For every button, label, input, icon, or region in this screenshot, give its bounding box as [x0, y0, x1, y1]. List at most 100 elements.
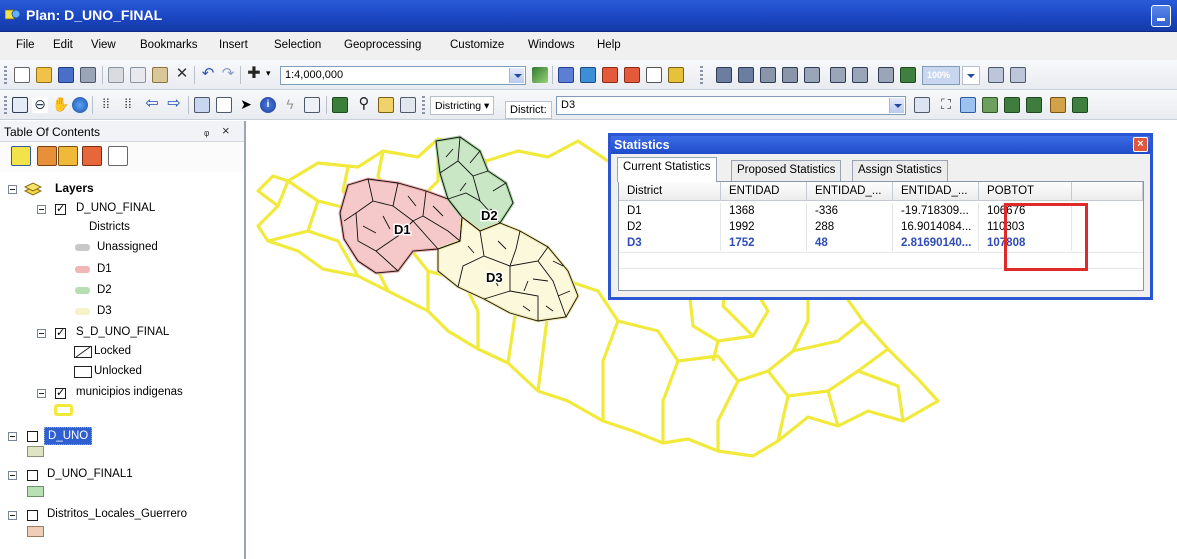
focus-data-frame-icon[interactable]	[1010, 67, 1026, 83]
close-icon[interactable]: ×	[1133, 137, 1148, 152]
column-header-entidad[interactable]: ENTIDAD	[721, 182, 807, 201]
layer-d-uno-selected[interactable]: D_UNO	[44, 427, 93, 445]
catalog-icon[interactable]	[580, 67, 596, 83]
plan-settings-icon[interactable]	[1072, 97, 1088, 113]
assign-features-icon[interactable]	[914, 97, 930, 113]
toolbar-grip[interactable]	[4, 66, 7, 84]
copy-icon[interactable]	[130, 67, 146, 83]
layer-d-uno-final1[interactable]: D_UNO_FINAL1	[47, 468, 133, 480]
table-cell[interactable]: -19.718309...	[893, 203, 979, 219]
pan-hand-icon[interactable]: ✋	[52, 97, 69, 113]
fixed-zoom-out-icon[interactable]: ⁞⁞	[120, 97, 136, 113]
hyperlink-icon[interactable]: ϟ	[282, 97, 298, 113]
table-cell[interactable]: 1368	[721, 203, 807, 219]
tab-current-statistics[interactable]: Current Statistics	[617, 157, 717, 182]
select-arrow-icon[interactable]: ➤	[238, 97, 254, 113]
toggle-draft-icon[interactable]	[988, 67, 1004, 83]
table-icon[interactable]	[558, 67, 574, 83]
menu-help[interactable]: Help	[597, 39, 621, 51]
table-cell-selected[interactable]: 1752	[721, 235, 807, 251]
measure-icon[interactable]	[332, 97, 348, 113]
menu-edit[interactable]: Edit	[53, 39, 73, 51]
district-combobox[interactable]: D3	[556, 96, 906, 115]
column-header-district[interactable]: District	[619, 182, 721, 201]
table-cell[interactable]: 1992	[721, 219, 807, 235]
zoom-to-district-icon[interactable]	[982, 97, 998, 113]
layer-expander[interactable]	[37, 329, 46, 338]
minimize-button[interactable]	[1151, 5, 1171, 27]
fixed-zoom-in-icon[interactable]: ⁞⁞	[98, 97, 114, 113]
options-icon[interactable]	[108, 146, 128, 166]
toolbox-icon[interactable]	[624, 67, 640, 83]
paste-icon[interactable]	[152, 67, 168, 83]
layer-visibility-checkbox[interactable]	[55, 326, 66, 339]
menu-selection[interactable]: Selection	[274, 39, 321, 51]
back-arrow-icon[interactable]: ⇦	[144, 96, 160, 113]
layer-expander[interactable]	[8, 471, 17, 480]
identify-info-icon[interactable]: i	[260, 97, 276, 113]
layout-view-icon[interactable]	[878, 67, 894, 83]
menu-insert[interactable]: Insert	[219, 39, 248, 51]
districting-menu-button[interactable]: Districting ▾	[430, 96, 495, 115]
layer-d-uno-final[interactable]: D_UNO_FINAL	[76, 202, 155, 214]
back-extent-icon[interactable]	[804, 67, 820, 83]
add-data-dropdown[interactable]: ▾	[262, 66, 276, 85]
list-by-visibility-icon[interactable]	[58, 146, 78, 166]
layer-expander[interactable]	[37, 389, 46, 398]
list-by-selection-icon[interactable]	[82, 146, 102, 166]
layer-expander[interactable]	[8, 511, 17, 520]
data-view-icon[interactable]	[900, 67, 916, 83]
tab-assign-statistics[interactable]: Assign Statistics	[852, 160, 948, 181]
find-binoculars-icon[interactable]: ⚲	[356, 96, 372, 113]
zoom-out-icon[interactable]: ⊖	[32, 97, 48, 113]
table-cell[interactable]: 288	[807, 219, 893, 235]
print-icon[interactable]	[80, 67, 96, 83]
column-header-pobtot[interactable]: POBTOT	[979, 182, 1072, 201]
zoom-level-dropdown[interactable]	[962, 66, 980, 85]
layer-visibility-checkbox[interactable]	[27, 431, 38, 442]
column-header-entidad-3[interactable]: ENTIDAD_...	[893, 182, 979, 201]
chevron-down-icon[interactable]	[889, 98, 904, 113]
zoom-level-combo[interactable]: 100%	[922, 66, 960, 85]
district-statistics-icon[interactable]	[1004, 97, 1020, 113]
table-cell[interactable]: D1	[619, 203, 721, 219]
clear-selection-icon[interactable]	[216, 97, 232, 113]
tab-proposed-statistics[interactable]: Proposed Statistics	[731, 160, 842, 181]
identify-icon[interactable]	[852, 67, 868, 83]
unlock-district-icon[interactable]	[960, 97, 976, 113]
cut-icon[interactable]	[108, 67, 124, 83]
select-features-icon[interactable]	[194, 97, 210, 113]
find-route-icon[interactable]	[378, 97, 394, 113]
open-folder-icon[interactable]	[36, 67, 52, 83]
chevron-down-icon[interactable]	[509, 68, 524, 83]
layer-expander[interactable]	[37, 205, 46, 214]
toolbar-grip[interactable]	[4, 96, 7, 114]
save-icon[interactable]	[58, 67, 74, 83]
table-cell-selected[interactable]: 2.81690140...	[893, 235, 979, 251]
full-extent-icon[interactable]	[782, 67, 798, 83]
delete-icon[interactable]: ✕	[174, 66, 190, 83]
scale-combobox[interactable]: 1:4,000,000	[280, 66, 526, 85]
layer-visibility-checkbox[interactable]	[55, 386, 66, 399]
search-window-icon[interactable]	[602, 67, 618, 83]
menu-geoprocessing[interactable]: Geoprocessing	[344, 39, 421, 51]
python-window-icon[interactable]	[646, 67, 662, 83]
plan-manager-icon[interactable]	[1050, 97, 1066, 113]
table-cell[interactable]: 16.9014084...	[893, 219, 979, 235]
toolbar-grip[interactable]	[422, 96, 425, 114]
go-to-xy-icon[interactable]	[400, 97, 416, 113]
layer-visibility-checkbox[interactable]	[27, 510, 38, 521]
zoom-out-fixed-icon[interactable]	[738, 67, 754, 83]
table-cell[interactable]: D2	[619, 219, 721, 235]
layer-municipios-indigenas[interactable]: municipios indigenas	[76, 386, 183, 398]
layer-expander[interactable]	[8, 432, 17, 441]
model-builder-icon[interactable]	[668, 67, 684, 83]
layer-visibility-checkbox[interactable]	[27, 470, 38, 481]
close-icon[interactable]: ×	[222, 123, 230, 138]
new-document-icon[interactable]	[14, 67, 30, 83]
pin-icon[interactable]: ᵩ	[204, 124, 209, 138]
pan-icon[interactable]	[760, 67, 776, 83]
redo-icon[interactable]: ↷	[220, 66, 236, 83]
zoom-in-fixed-icon[interactable]	[716, 67, 732, 83]
column-header-entidad-2[interactable]: ENTIDAD_...	[807, 182, 893, 201]
